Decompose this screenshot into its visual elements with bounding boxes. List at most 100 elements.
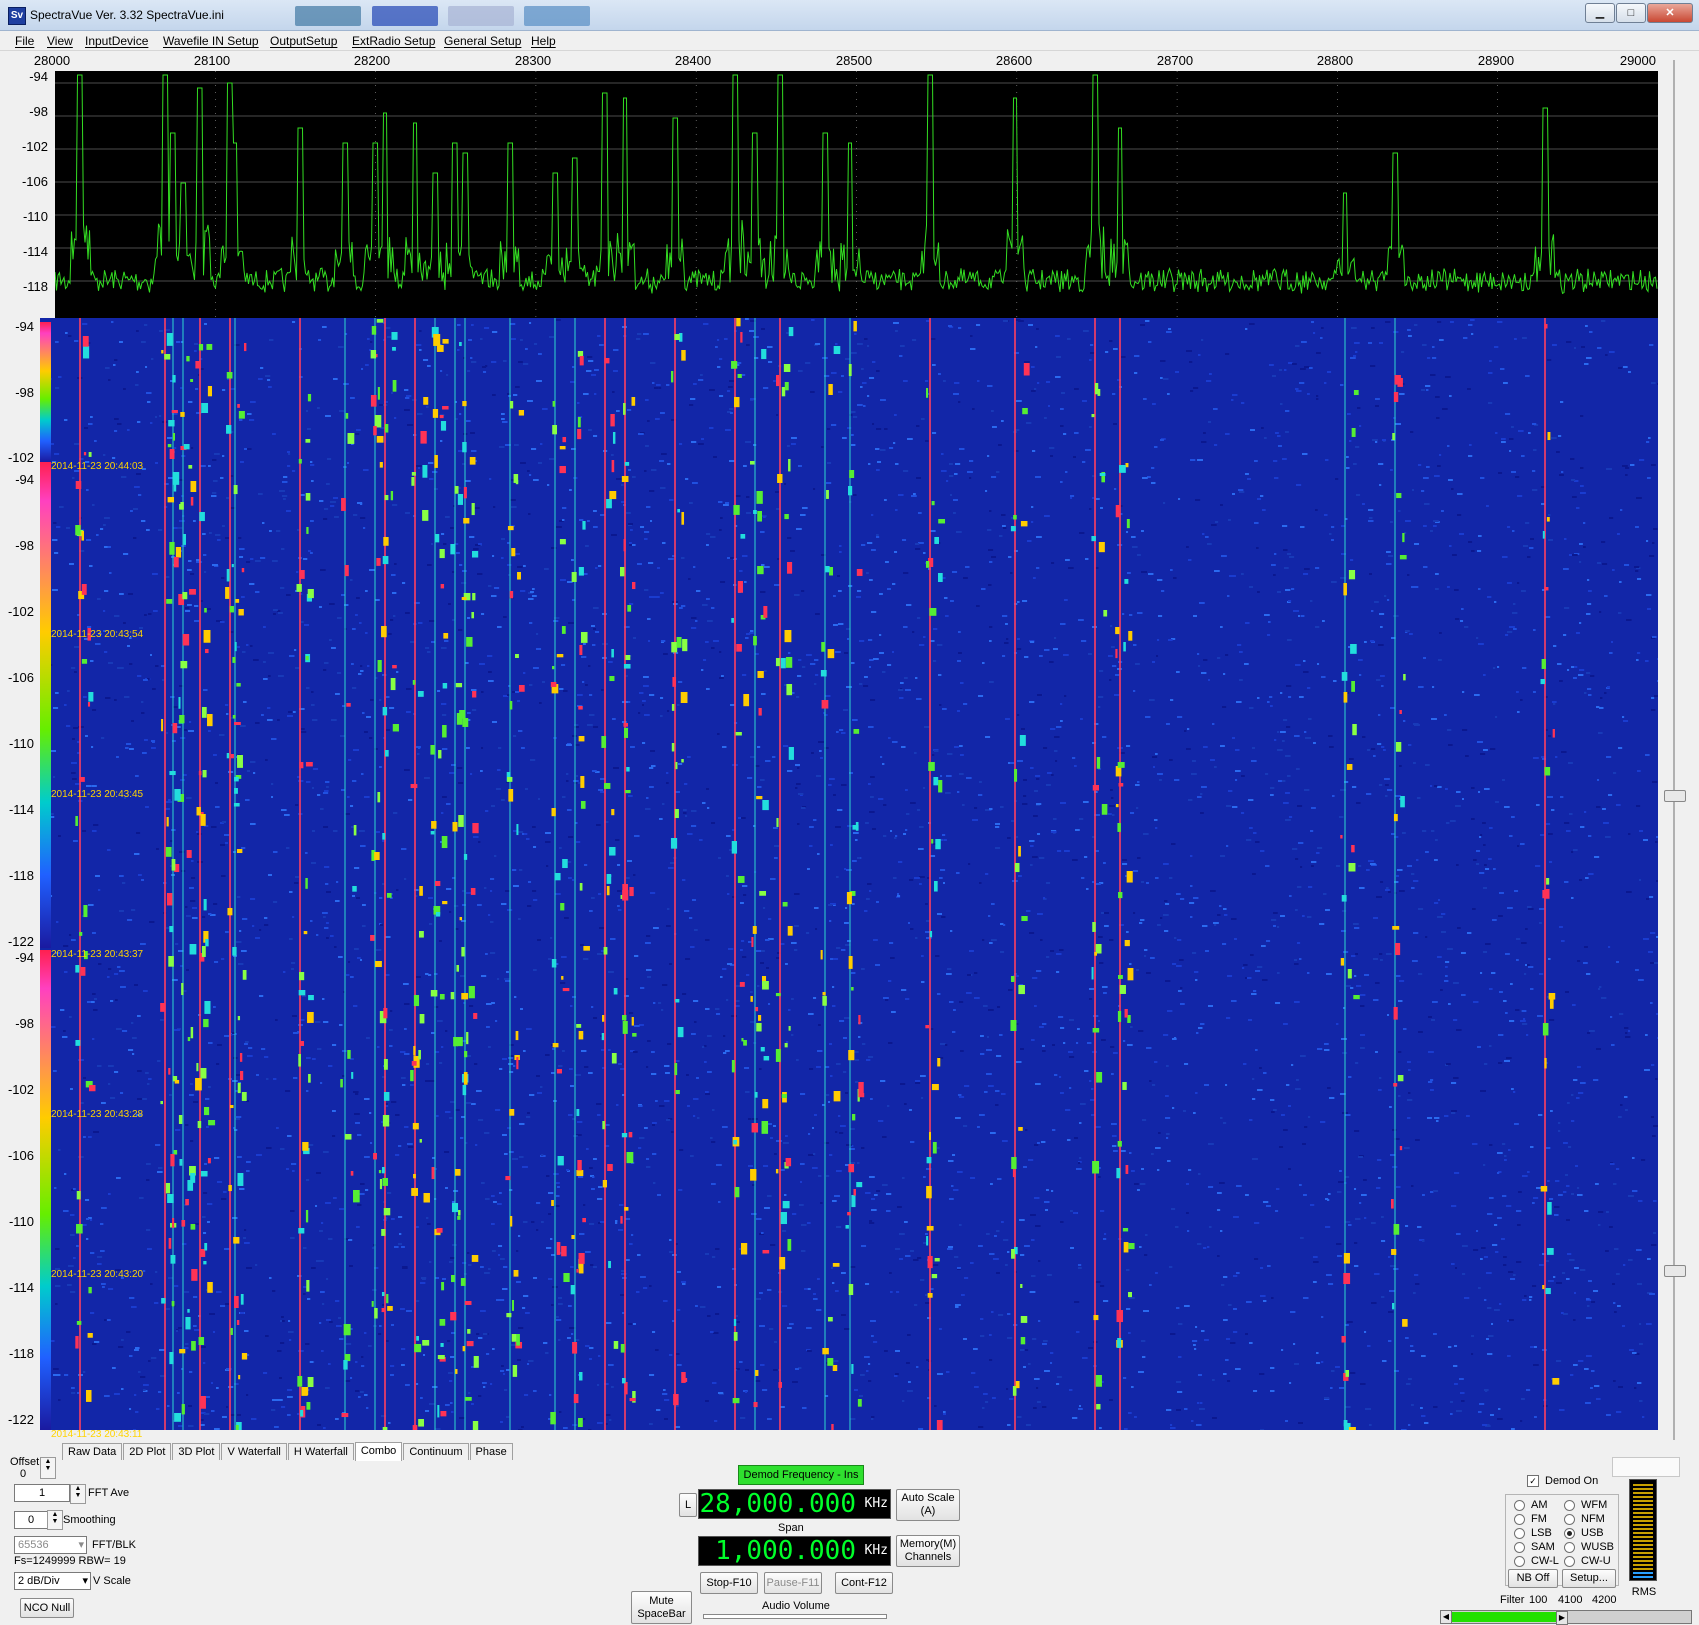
mode-usb[interactable]: USB bbox=[1564, 1527, 1604, 1539]
arrow-right-icon[interactable]: ▶ bbox=[1556, 1611, 1568, 1625]
mute-button[interactable]: Mute SpaceBar bbox=[631, 1591, 692, 1624]
waterfall-db-label: -110 bbox=[0, 1214, 34, 1229]
waterfall-db-label: -98 bbox=[0, 385, 34, 400]
spectrum-plot[interactable] bbox=[55, 71, 1658, 318]
setup-button[interactable]: Setup... bbox=[1562, 1569, 1616, 1588]
waterfall-display[interactable] bbox=[40, 318, 1658, 1430]
waterfall-timestamp: 2014-11-23 20:44:03 bbox=[51, 461, 143, 472]
scroll-thumb[interactable] bbox=[1664, 1265, 1686, 1277]
mode-cw-l[interactable]: CW-L bbox=[1514, 1555, 1559, 1567]
spectrum-db-label: -102 bbox=[0, 139, 48, 154]
waterfall-timestamp: 2014-11-23 20:43:37 bbox=[51, 949, 143, 960]
spectrum-db-label: -106 bbox=[0, 174, 48, 189]
smoothing-input[interactable]: 0 bbox=[14, 1511, 48, 1529]
l-button[interactable]: L bbox=[679, 1493, 697, 1517]
demod-on-checkbox[interactable]: ✓ bbox=[1527, 1475, 1539, 1487]
mode-wusb[interactable]: WUSB bbox=[1564, 1541, 1614, 1553]
audio-volume-slider[interactable] bbox=[703, 1614, 887, 1619]
freq-tick-label: 28000 bbox=[34, 53, 70, 68]
rms-label: RMS bbox=[1631, 1584, 1657, 1600]
waterfall-timestamp: 2014-11-23 20:43:54 bbox=[51, 629, 143, 640]
freq-tick-label: 28700 bbox=[1157, 53, 1193, 68]
mode-fm[interactable]: FM bbox=[1514, 1513, 1547, 1525]
waterfall-db-label: -94 bbox=[0, 472, 34, 487]
waterfall-scroll[interactable] bbox=[1664, 60, 1684, 1440]
mode-cw-u[interactable]: CW-U bbox=[1564, 1555, 1611, 1567]
fft-ave-label: FFT Ave bbox=[88, 1487, 129, 1499]
smoothing-spinner[interactable]: ▲▼ bbox=[47, 1510, 63, 1530]
tab-phase[interactable]: Phase bbox=[470, 1443, 513, 1460]
smoothing-label: Smoothing bbox=[63, 1514, 116, 1526]
view-tabs: Raw Data 2D Plot 3D Plot V Waterfall H W… bbox=[62, 1443, 514, 1461]
menu-outputsetup[interactable]: OutputSetup bbox=[270, 34, 337, 48]
taskbar-thumbnail bbox=[448, 6, 514, 26]
filter-range-bar[interactable] bbox=[1452, 1612, 1556, 1622]
vscale-select[interactable]: 2 dB/Div ▾ bbox=[14, 1572, 91, 1590]
audio-volume-label: Audio Volume bbox=[762, 1600, 830, 1612]
menu-help[interactable]: Help bbox=[531, 34, 556, 48]
freq-tick-label: 28500 bbox=[836, 53, 872, 68]
demod-on-label: Demod On bbox=[1545, 1475, 1598, 1487]
cont-button[interactable]: Cont-F12 bbox=[835, 1572, 893, 1594]
menu-inputdevice[interactable]: InputDevice bbox=[85, 34, 148, 48]
chevron-down-icon: ▾ bbox=[78, 1537, 84, 1553]
menu-extradio-setup[interactable]: ExtRadio Setup bbox=[352, 34, 435, 48]
memory-channels-button[interactable]: Memory(M) Channels bbox=[896, 1535, 960, 1567]
mode-sam[interactable]: SAM bbox=[1514, 1541, 1555, 1553]
tab-combo[interactable]: Combo bbox=[355, 1442, 402, 1461]
fft-ave-spinner[interactable]: ▲▼ bbox=[70, 1484, 86, 1504]
maximize-button[interactable]: □ bbox=[1616, 3, 1646, 23]
menu-general-setup[interactable]: General Setup bbox=[444, 34, 521, 48]
app-icon: Sv bbox=[8, 7, 26, 25]
mode-wfm[interactable]: WFM bbox=[1564, 1499, 1607, 1511]
demod-on-toggle[interactable]: ✓ Demod On bbox=[1527, 1475, 1598, 1487]
filter-scrollbar[interactable]: ◀ ▶ bbox=[1440, 1610, 1692, 1624]
nb-off-button[interactable]: NB Off bbox=[1508, 1569, 1558, 1588]
demod-frequency-display[interactable]: 28,000.000 KHz bbox=[698, 1489, 891, 1519]
pause-button[interactable]: Pause-F11 bbox=[764, 1572, 822, 1594]
chevron-down-icon: ▾ bbox=[82, 1573, 88, 1589]
span-display[interactable]: 1,000.000 KHz bbox=[698, 1536, 891, 1566]
tab-continuum[interactable]: Continuum bbox=[403, 1443, 468, 1460]
tab-3d-plot[interactable]: 3D Plot bbox=[172, 1443, 220, 1460]
menu-view[interactable]: View bbox=[47, 34, 73, 48]
mode-nfm[interactable]: NFM bbox=[1564, 1513, 1605, 1525]
offset-spinner[interactable]: ▲▼ bbox=[40, 1457, 56, 1479]
offset-value: 0 bbox=[20, 1468, 26, 1480]
waterfall-db-label: -118 bbox=[0, 868, 34, 883]
taskbar-thumbnail bbox=[295, 6, 361, 26]
waterfall-db-label: -114 bbox=[0, 802, 34, 817]
minimize-button[interactable]: ▁ bbox=[1585, 3, 1615, 23]
menu-file[interactable]: File bbox=[15, 34, 34, 48]
scroll-thumb[interactable] bbox=[1664, 790, 1686, 802]
waterfall-db-label: -106 bbox=[0, 670, 34, 685]
auto-scale-button[interactable]: Auto Scale (A) bbox=[896, 1489, 960, 1521]
stop-button[interactable]: Stop-F10 bbox=[700, 1572, 758, 1594]
waterfall-db-label: -94 bbox=[0, 950, 34, 965]
tab-v-waterfall[interactable]: V Waterfall bbox=[221, 1443, 286, 1460]
waterfall-db-label: -114 bbox=[0, 1280, 34, 1295]
taskbar-thumbnail bbox=[372, 6, 438, 26]
offset-label: Offset bbox=[10, 1456, 39, 1468]
fft-blk-label: FFT/BLK bbox=[92, 1539, 136, 1551]
spectrum-db-label: -118 bbox=[0, 279, 48, 294]
vscale-value: 2 dB/Div bbox=[18, 1575, 60, 1587]
spectrum-db-label: -94 bbox=[0, 69, 48, 84]
mode-lsb[interactable]: LSB bbox=[1514, 1527, 1552, 1539]
tab-raw-data[interactable]: Raw Data bbox=[62, 1443, 122, 1460]
signal-level-meter bbox=[1629, 1479, 1657, 1581]
nco-null-button[interactable]: NCO Null bbox=[20, 1598, 74, 1618]
spectrum-db-label: -98 bbox=[0, 104, 48, 119]
waterfall-colorbar bbox=[40, 322, 51, 462]
fft-blk-select[interactable]: 65536 ▾ bbox=[14, 1536, 87, 1554]
arrow-left-icon[interactable]: ◀ bbox=[1441, 1611, 1452, 1623]
demod-frequency-unit: KHz bbox=[865, 1496, 888, 1511]
tab-2d-plot[interactable]: 2D Plot bbox=[123, 1443, 171, 1460]
fft-ave-input[interactable]: 1 bbox=[14, 1484, 70, 1502]
waterfall-db-label: -106 bbox=[0, 1148, 34, 1163]
menu-wavefile-in-setup[interactable]: Wavefile IN Setup bbox=[163, 34, 259, 48]
tab-h-waterfall[interactable]: H Waterfall bbox=[288, 1443, 354, 1460]
close-button[interactable]: ✕ bbox=[1647, 3, 1693, 23]
mode-am[interactable]: AM bbox=[1514, 1499, 1548, 1511]
demod-frequency-label[interactable]: Demod Frequency - Ins bbox=[738, 1465, 864, 1485]
